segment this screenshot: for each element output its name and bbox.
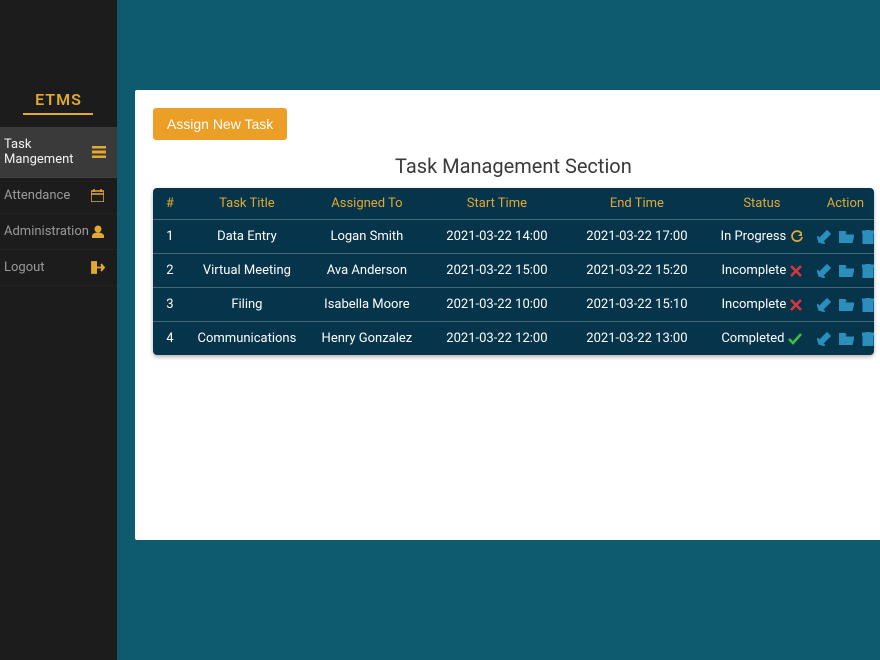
section-title: Task Management Section (153, 154, 874, 178)
sidebar-item-label: Logout (4, 260, 45, 275)
col-status: Status (707, 196, 817, 211)
cell-status: In Progress (707, 229, 817, 244)
task-table: # Task Title Assigned To Start Time End … (153, 188, 874, 355)
cell-end: 2021-03-22 15:20 (567, 263, 707, 278)
cell-start: 2021-03-22 15:00 (427, 263, 567, 278)
edit-icon[interactable] (817, 332, 831, 346)
main-content: Assign New Task Task Management Section … (117, 0, 880, 660)
status-text: Incomplete (721, 263, 786, 278)
col-action: Action (817, 196, 874, 211)
logout-icon (89, 261, 107, 275)
cell-title: Virtual Meeting (187, 263, 307, 278)
cell-end: 2021-03-22 13:00 (567, 331, 707, 346)
cell-action (817, 332, 874, 346)
cell-idx: 1 (153, 229, 187, 244)
list-icon (91, 145, 107, 159)
trash-icon[interactable] (862, 230, 874, 244)
sidebar-item-label: Attendance (4, 188, 70, 203)
status-text: Completed (721, 331, 784, 346)
cell-status: Incomplete (707, 263, 817, 278)
cell-assigned: Isabella Moore (307, 297, 427, 312)
folder-icon[interactable] (839, 333, 854, 345)
col-start: Start Time (427, 196, 567, 211)
table-row: 4CommunicationsHenry Gonzalez2021-03-22 … (153, 322, 874, 355)
col-idx: # (153, 196, 187, 211)
calendar-icon (89, 189, 107, 203)
cell-start: 2021-03-22 12:00 (427, 331, 567, 346)
brand-label: ETMS (0, 90, 117, 109)
table-row: 1Data EntryLogan Smith2021-03-22 14:0020… (153, 220, 874, 254)
cell-idx: 4 (153, 331, 187, 346)
refresh-icon (790, 230, 803, 243)
cell-action (817, 230, 874, 244)
cross-icon (790, 299, 802, 311)
sidebar-item-task-management[interactable]: Task Mangement (0, 127, 117, 178)
sidebar: ETMS Task Mangement Attendance Administr… (0, 0, 117, 660)
sidebar-item-attendance[interactable]: Attendance (0, 178, 117, 214)
sidebar-nav: Task Mangement Attendance Administration… (0, 127, 117, 286)
edit-icon[interactable] (817, 264, 831, 278)
col-title: Task Title (187, 196, 307, 211)
table-header: # Task Title Assigned To Start Time End … (153, 188, 874, 220)
cell-action (817, 264, 874, 278)
sidebar-item-label: Administration (4, 224, 89, 239)
assign-new-task-button[interactable]: Assign New Task (153, 108, 287, 140)
table-row: 2Virtual MeetingAva Anderson2021-03-22 1… (153, 254, 874, 288)
cross-icon (790, 265, 802, 277)
edit-icon[interactable] (817, 230, 831, 244)
trash-icon[interactable] (862, 264, 874, 278)
folder-icon[interactable] (839, 231, 854, 243)
status-text: Incomplete (721, 297, 786, 312)
cell-assigned: Henry Gonzalez (307, 331, 427, 346)
table-row: 3FilingIsabella Moore2021-03-22 10:00202… (153, 288, 874, 322)
trash-icon[interactable] (862, 298, 874, 312)
edit-icon[interactable] (817, 298, 831, 312)
cell-status: Incomplete (707, 297, 817, 312)
check-icon (788, 333, 802, 345)
cell-idx: 3 (153, 297, 187, 312)
cell-title: Data Entry (187, 229, 307, 244)
col-assigned: Assigned To (307, 196, 427, 211)
cell-idx: 2 (153, 263, 187, 278)
folder-icon[interactable] (839, 265, 854, 277)
cell-title: Filing (187, 297, 307, 312)
sidebar-item-logout[interactable]: Logout (0, 250, 117, 286)
task-card: Assign New Task Task Management Section … (135, 90, 880, 540)
cell-end: 2021-03-22 17:00 (567, 229, 707, 244)
cell-assigned: Logan Smith (307, 229, 427, 244)
cell-end: 2021-03-22 15:10 (567, 297, 707, 312)
cell-start: 2021-03-22 14:00 (427, 229, 567, 244)
cell-start: 2021-03-22 10:00 (427, 297, 567, 312)
status-text: In Progress (721, 229, 787, 244)
col-end: End Time (567, 196, 707, 211)
sidebar-item-administration[interactable]: Administration (0, 214, 117, 250)
user-icon (89, 225, 107, 239)
cell-status: Completed (707, 331, 817, 346)
cell-title: Communications (187, 331, 307, 346)
cell-assigned: Ava Anderson (307, 263, 427, 278)
trash-icon[interactable] (862, 332, 874, 346)
sidebar-item-label: Task Mangement (4, 137, 91, 167)
brand-underline (23, 113, 93, 115)
brand: ETMS (0, 90, 117, 115)
folder-icon[interactable] (839, 299, 854, 311)
cell-action (817, 298, 874, 312)
